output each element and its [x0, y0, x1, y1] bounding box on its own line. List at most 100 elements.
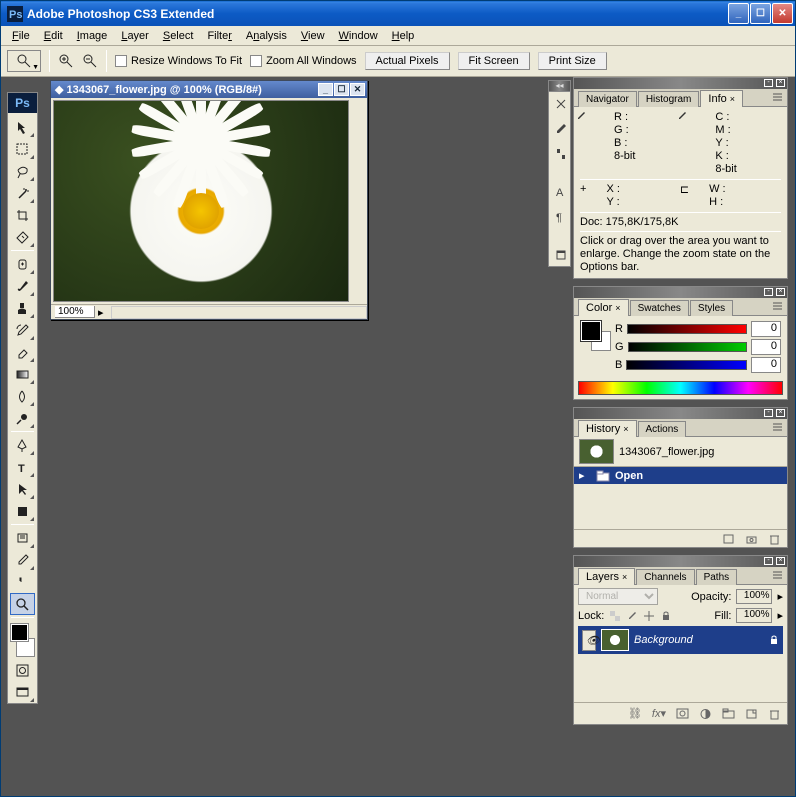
horizontal-scrollbar[interactable] — [111, 306, 367, 319]
status-info-icon[interactable]: ▸ — [98, 306, 104, 319]
opacity-input[interactable]: 100% — [736, 589, 772, 604]
menu-layer[interactable]: Layer — [114, 28, 156, 44]
lasso-tool[interactable] — [10, 160, 35, 182]
character-icon[interactable]: A — [552, 183, 569, 200]
menu-select[interactable]: Select — [156, 28, 201, 44]
menu-image[interactable]: Image — [70, 28, 115, 44]
hand-tool[interactable] — [10, 571, 35, 593]
menu-window[interactable]: Window — [332, 28, 385, 44]
panel-header[interactable]: -× — [574, 556, 787, 567]
tab-channels[interactable]: Channels — [636, 569, 694, 585]
gradient-tool[interactable] — [10, 363, 35, 385]
zoom-tool[interactable] — [10, 593, 35, 615]
tab-info[interactable]: Info× — [700, 90, 743, 107]
panel-header[interactable]: -× — [574, 287, 787, 298]
marquee-tool[interactable] — [10, 138, 35, 160]
history-step-open[interactable]: ▸ Open — [574, 467, 787, 484]
tab-color[interactable]: Color× — [578, 299, 629, 316]
close-button[interactable]: ✕ — [772, 3, 793, 24]
brushes-icon[interactable] — [552, 120, 569, 137]
panel-header[interactable]: -× — [574, 78, 787, 89]
tab-histogram[interactable]: Histogram — [638, 91, 700, 107]
close-panel-button[interactable]: × — [776, 79, 785, 87]
zoom-out-icon[interactable] — [82, 53, 98, 69]
notes-tool[interactable] — [10, 527, 35, 549]
green-slider[interactable] — [628, 342, 747, 352]
visibility-eye-icon[interactable]: 👁 — [582, 630, 596, 651]
tool-preset-picker[interactable]: ▼ — [7, 50, 41, 72]
minimize-button[interactable]: _ — [728, 3, 749, 24]
collapse-button[interactable]: - — [764, 288, 773, 296]
type-tool[interactable]: T — [10, 456, 35, 478]
magic-wand-tool[interactable] — [10, 182, 35, 204]
document-titlebar[interactable]: ◆ 1343067_flower.jpg @ 100% (RGB/8#) _ ☐… — [51, 81, 367, 98]
lock-transparency-icon[interactable] — [609, 610, 621, 622]
adjustment-layer-icon[interactable] — [699, 708, 712, 720]
new-layer-icon[interactable] — [745, 708, 758, 719]
vertical-scrollbar[interactable] — [351, 98, 366, 304]
path-selection-tool[interactable] — [10, 478, 35, 500]
layer-mask-icon[interactable] — [676, 708, 689, 719]
layer-background[interactable]: 👁 Background — [578, 626, 783, 654]
print-size-button[interactable]: Print Size — [538, 52, 607, 70]
menu-filter[interactable]: Filter — [200, 28, 238, 44]
red-slider[interactable] — [627, 324, 747, 334]
menu-view[interactable]: View — [294, 28, 332, 44]
tab-paths[interactable]: Paths — [696, 569, 738, 585]
pen-tool[interactable] — [10, 434, 35, 456]
link-layers-icon[interactable]: ⛓ — [628, 707, 642, 720]
new-group-icon[interactable] — [722, 708, 735, 719]
blue-slider[interactable] — [626, 360, 747, 370]
opacity-flyout-icon[interactable]: ▸ — [777, 590, 783, 603]
zoom-input[interactable]: 100% — [55, 306, 95, 318]
collapse-button[interactable]: - — [764, 79, 773, 87]
brush-tool[interactable] — [10, 275, 35, 297]
quick-mask-toggle[interactable] — [10, 659, 35, 681]
panel-header[interactable]: -× — [574, 408, 787, 419]
doc-maximize-button[interactable]: ☐ — [334, 83, 349, 96]
tab-layers[interactable]: Layers× — [578, 568, 635, 585]
eraser-tool[interactable] — [10, 341, 35, 363]
lock-position-icon[interactable] — [643, 610, 655, 622]
move-tool[interactable] — [10, 116, 35, 138]
doc-minimize-button[interactable]: _ — [318, 83, 333, 96]
tab-swatches[interactable]: Swatches — [630, 300, 689, 316]
layer-comps-icon[interactable] — [552, 246, 569, 263]
color-spectrum[interactable] — [578, 381, 783, 395]
layer-style-icon[interactable]: fx▾ — [652, 707, 666, 720]
panel-menu-icon[interactable] — [772, 301, 784, 311]
healing-brush-tool[interactable] — [10, 253, 35, 275]
color-swatches[interactable] — [10, 623, 35, 657]
history-brush-tool[interactable] — [10, 319, 35, 341]
dodge-tool[interactable] — [10, 407, 35, 429]
screen-mode-toggle[interactable] — [10, 681, 35, 703]
new-document-from-state-icon[interactable] — [722, 533, 735, 545]
crop-tool[interactable] — [10, 204, 35, 226]
delete-state-icon[interactable] — [768, 533, 781, 545]
collapse-button[interactable]: - — [764, 409, 773, 417]
history-source[interactable]: 1343067_flower.jpg — [574, 437, 787, 466]
tab-actions[interactable]: Actions — [638, 421, 687, 437]
paragraph-icon[interactable]: ¶ — [552, 208, 569, 225]
green-value[interactable]: 0 — [751, 339, 781, 355]
slice-tool[interactable] — [10, 226, 35, 248]
menu-edit[interactable]: Edit — [37, 28, 70, 44]
new-snapshot-icon[interactable] — [745, 533, 758, 545]
restore-button[interactable]: ☐ — [750, 3, 771, 24]
menu-file[interactable]: File — [5, 28, 37, 44]
zoom-in-icon[interactable] — [58, 53, 74, 69]
clone-source-icon[interactable] — [552, 145, 569, 162]
shape-tool[interactable] — [10, 500, 35, 522]
lock-all-icon[interactable] — [660, 610, 672, 622]
fit-screen-button[interactable]: Fit Screen — [458, 52, 530, 70]
menu-help[interactable]: Help — [385, 28, 422, 44]
clone-stamp-tool[interactable] — [10, 297, 35, 319]
red-value[interactable]: 0 — [751, 321, 781, 337]
collapse-button[interactable]: - — [764, 557, 773, 565]
menu-analysis[interactable]: Analysis — [239, 28, 294, 44]
resize-windows-checkbox[interactable]: Resize Windows To Fit — [115, 55, 242, 67]
blend-mode-select[interactable]: Normal — [578, 588, 658, 605]
panel-menu-icon[interactable] — [772, 570, 784, 580]
close-panel-button[interactable]: × — [776, 288, 785, 296]
tab-styles[interactable]: Styles — [690, 300, 733, 316]
